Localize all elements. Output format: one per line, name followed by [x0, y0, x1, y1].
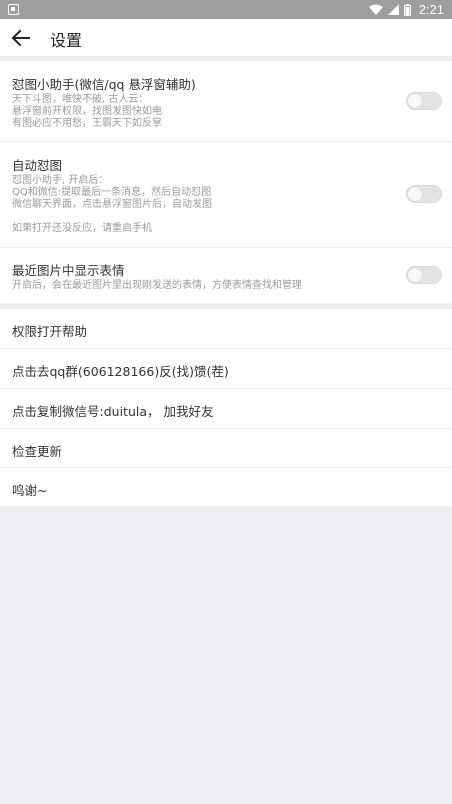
- app-bar: 设置: [0, 19, 452, 56]
- action-label: 权限打开帮助: [12, 324, 88, 339]
- setting-description-line: 怼图小助手, 开启后：: [12, 175, 109, 186]
- setting-description-line: 如果打开还没反应，请重启手机: [12, 223, 152, 234]
- status-time: 2:21: [418, 2, 444, 17]
- toggle-knob: [408, 187, 422, 201]
- toggle-knob: [408, 94, 422, 108]
- auto-reply-image-toggle[interactable]: [406, 185, 442, 203]
- qq-group-feedback-item[interactable]: 点击去qq群(606128166)反(找)馈(茬): [0, 349, 452, 388]
- floating-assistant-toggle[interactable]: [406, 92, 442, 110]
- page-title: 设置: [50, 31, 83, 50]
- status-icons: 2:21: [368, 2, 444, 17]
- setting-title: 最近图片中显示表情: [12, 263, 125, 278]
- settings-switch-group: 怼图小助手(微信/qq 悬浮窗辅助) 天下斗图，唯快不破, 古人云： 悬浮窗前开…: [0, 61, 452, 303]
- setting-auto-reply-image[interactable]: 自动怼图 怼图小助手, 开启后： QQ和微信:提取最后一条消息，然后自动怼图 微…: [0, 142, 452, 247]
- setting-description-line: 天下斗图，唯快不破, 古人云：: [12, 94, 149, 105]
- setting-title: 自动怼图: [12, 158, 63, 173]
- show-emoji-toggle[interactable]: [406, 266, 442, 284]
- back-arrow-icon[interactable]: [10, 27, 32, 49]
- signal-icon: [387, 4, 399, 15]
- permission-help-item[interactable]: 权限打开帮助: [0, 309, 452, 348]
- copy-wechat-id-item[interactable]: 点击复制微信号:duitula， 加我好友: [0, 389, 452, 428]
- setting-description-line: QQ和微信:提取最后一条消息，然后自动怼图: [12, 187, 212, 198]
- check-update-item[interactable]: 检查更新: [0, 429, 452, 468]
- setting-description-line: 开启后，会在最近图片里出现刚发送的表情，方便表情查找和管理: [12, 280, 302, 291]
- action-label: 点击去qq群(606128166)反(找)馈(茬): [12, 364, 229, 379]
- setting-description-line: 微信聊天界面，点击悬浮窗图片后，自动发图: [12, 199, 212, 210]
- toggle-knob: [408, 268, 422, 282]
- settings-action-group: 权限打开帮助 点击去qq群(606128166)反(找)馈(茬) 点击复制微信号…: [0, 309, 452, 506]
- action-label: 检查更新: [12, 444, 63, 459]
- setting-description-line: 悬浮窗前开权限，找图发图快如电: [12, 106, 162, 117]
- status-bar: 2:21: [0, 0, 452, 19]
- setting-floating-assistant[interactable]: 怼图小助手(微信/qq 悬浮窗辅助) 天下斗图，唯快不破, 古人云： 悬浮窗前开…: [0, 61, 452, 141]
- setting-show-emoji-in-recent[interactable]: 最近图片中显示表情 开启后，会在最近图片里出现刚发送的表情，方便表情查找和管理: [0, 248, 452, 303]
- action-label: 点击复制微信号:duitula， 加我好友: [12, 404, 214, 419]
- acknowledgements-item[interactable]: 鸣谢~: [0, 468, 452, 507]
- wifi-icon: [368, 4, 383, 15]
- setting-title: 怼图小助手(微信/qq 悬浮窗辅助): [12, 77, 196, 92]
- setting-description-line: 有图必应不用愁，王霸天下如反掌: [12, 118, 162, 129]
- action-label: 鸣谢~: [12, 483, 48, 498]
- battery-icon: [403, 3, 411, 16]
- notification-icon: [8, 4, 19, 15]
